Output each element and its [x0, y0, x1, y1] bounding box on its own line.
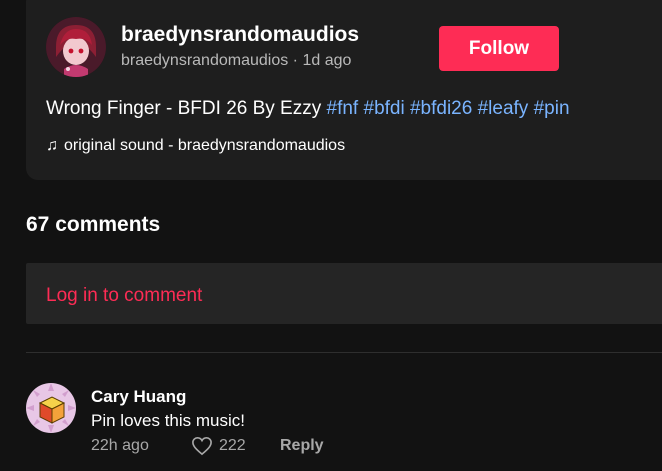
sound-label: original sound - braedynsrandomaudios — [64, 137, 346, 154]
follow-button[interactable]: Follow — [439, 26, 559, 71]
divider — [26, 352, 662, 353]
description-text: Wrong Finger - BFDI 26 By Ezzy — [46, 98, 322, 119]
sound-link[interactable]: ♫ original sound - braedynsrandomaudios — [46, 137, 345, 155]
comment-login-box[interactable]: Log in to comment — [26, 263, 662, 324]
hashtag-link[interactable]: #leafy — [478, 98, 529, 119]
avatar-image — [46, 17, 106, 77]
hashtag-link[interactable]: #bfdi26 — [410, 98, 472, 119]
creator-handle[interactable]: braedynsrandomaudios — [121, 52, 288, 69]
video-description: Wrong Finger - BFDI 26 By Ezzy #fnf #bfd… — [46, 98, 570, 120]
comment-text: Pin loves this music! — [91, 411, 245, 430]
hashtag-link[interactable]: #bfdi — [364, 98, 405, 119]
post-time: 1d ago — [302, 52, 352, 69]
comments-count: 67 comments — [26, 213, 161, 236]
commenter-avatar[interactable] — [26, 383, 76, 433]
commenter-avatar-image — [26, 383, 76, 433]
music-note-icon: ♫ — [46, 137, 58, 154]
commenter-name[interactable]: Cary Huang — [91, 387, 186, 407]
reply-button[interactable]: Reply — [280, 437, 324, 455]
subline-separator: · — [292, 52, 298, 69]
creator-username[interactable]: braedynsrandomaudios — [121, 23, 359, 47]
comment-like-button[interactable]: 222 — [191, 436, 246, 456]
heart-outline-icon — [192, 436, 212, 456]
hashtag-link[interactable]: #pin — [534, 98, 570, 119]
comment-like-count: 222 — [219, 437, 246, 454]
comment-time: 22h ago — [91, 437, 149, 454]
hashtag-link[interactable]: #fnf — [327, 98, 359, 119]
creator-subline: braedynsrandomaudios · 1d ago — [121, 52, 351, 70]
login-to-comment-link[interactable]: Log in to comment — [46, 285, 202, 307]
creator-avatar[interactable] — [46, 17, 106, 77]
